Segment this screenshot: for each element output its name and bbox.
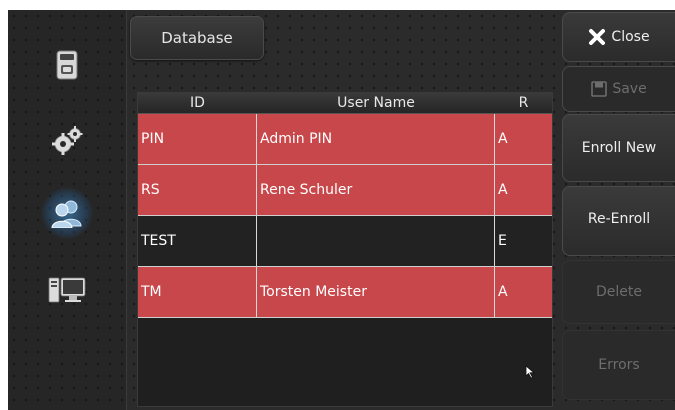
cell-username xyxy=(257,216,495,266)
cell-role: A xyxy=(498,284,508,300)
errors-button[interactable]: Errors xyxy=(562,330,675,400)
table-row[interactable]: RS Rene Schuler A xyxy=(138,165,552,216)
cell-id: RS xyxy=(138,165,257,215)
save-label: Save xyxy=(612,81,647,97)
users-table: ID User Name R PIN Admin PIN A RS Rene S… xyxy=(137,92,553,407)
cell-username: Admin PIN xyxy=(257,114,495,164)
enroll-new-label: Enroll New xyxy=(581,140,657,156)
cell-username: Torsten Meister xyxy=(257,267,495,317)
computer-icon xyxy=(48,277,86,303)
column-header-username[interactable]: User Name xyxy=(257,93,495,113)
page-title: Database xyxy=(161,29,233,47)
nav-item-device[interactable] xyxy=(8,30,126,100)
cell-role: E xyxy=(498,233,507,249)
cell-username: Rene Schuler xyxy=(257,165,495,215)
save-button[interactable]: Save xyxy=(562,66,675,112)
re-enroll-label: Re-Enroll xyxy=(587,211,651,227)
table-row[interactable]: TEST E xyxy=(138,216,552,267)
sidebar-nav xyxy=(8,10,127,410)
enroll-new-button[interactable]: Enroll New xyxy=(562,114,675,182)
page-title-tab[interactable]: Database xyxy=(130,16,264,60)
device-icon xyxy=(56,50,78,80)
screen: Database ID User Name R PIN Admin PIN A … xyxy=(8,10,675,410)
cell-id: TEST xyxy=(138,216,257,266)
mouse-cursor-icon xyxy=(525,365,536,379)
column-header-role[interactable]: R xyxy=(495,93,552,113)
cell-id: PIN xyxy=(138,114,257,164)
users-icon xyxy=(51,200,82,228)
table-header: ID User Name R xyxy=(138,93,552,114)
gears-icon xyxy=(52,126,83,155)
column-header-id[interactable]: ID xyxy=(138,93,257,113)
nav-item-computer[interactable] xyxy=(8,255,126,325)
cell-role: A xyxy=(498,182,508,198)
re-enroll-button[interactable]: Re-Enroll xyxy=(562,186,675,256)
save-icon xyxy=(591,81,608,97)
errors-label: Errors xyxy=(598,357,640,373)
close-label: Close xyxy=(611,29,650,45)
cell-role: A xyxy=(498,131,508,147)
nav-item-settings[interactable] xyxy=(8,105,126,175)
delete-button[interactable]: Delete xyxy=(562,260,675,324)
table-row[interactable]: TM Torsten Meister A xyxy=(138,267,552,318)
nav-item-users[interactable] xyxy=(8,178,126,248)
delete-label: Delete xyxy=(596,284,642,300)
close-icon xyxy=(588,28,606,46)
table-row[interactable]: PIN Admin PIN A xyxy=(138,114,552,165)
close-button[interactable]: Close xyxy=(562,12,675,62)
cell-id: TM xyxy=(138,267,257,317)
